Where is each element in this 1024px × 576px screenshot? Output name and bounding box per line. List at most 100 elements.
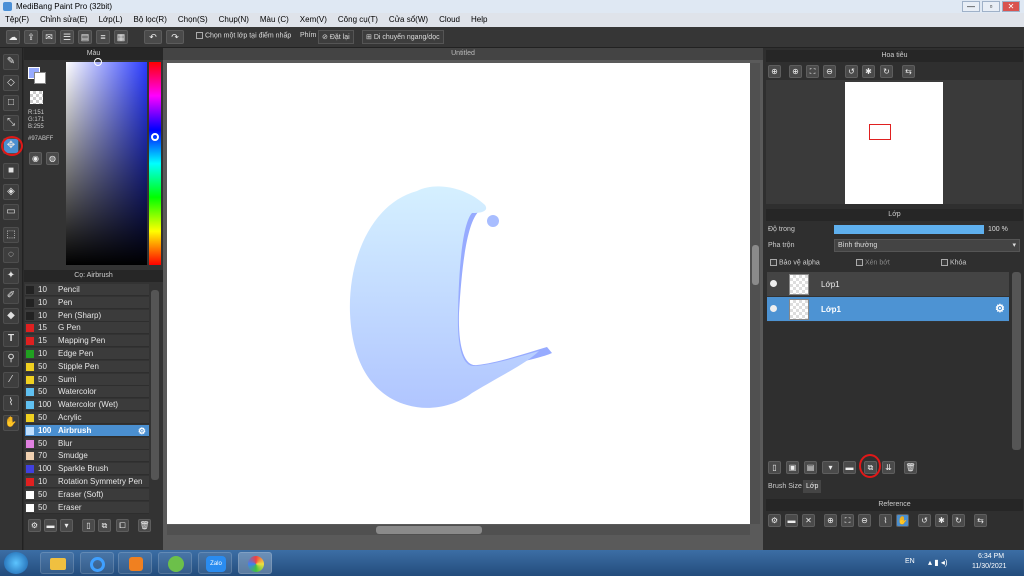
menu-cloud[interactable]: Cloud [439, 13, 460, 27]
navigator-thumbnail[interactable] [845, 82, 943, 204]
hand-tool-icon[interactable]: ✋ [3, 415, 19, 431]
hue-cursor[interactable] [151, 133, 159, 141]
tray-icons[interactable]: ▴ ▮ ◂) [928, 558, 948, 567]
clock-time[interactable]: 6:34 PM [978, 553, 1004, 560]
brush-item[interactable]: 50 Sumi [25, 373, 149, 386]
layer-list-scrollbar[interactable] [1012, 272, 1021, 450]
select-layer-checkbox[interactable] [196, 32, 203, 39]
lock-option[interactable]: Khóa [941, 259, 966, 266]
reference-close-icon[interactable]: ✕ [802, 514, 815, 527]
bucket-tool-icon[interactable]: ◈ [3, 184, 19, 200]
eraser-tool-icon[interactable]: ◇ [3, 75, 19, 91]
reference-open-icon[interactable]: ▬ [785, 514, 798, 527]
ie-icon[interactable] [80, 552, 114, 574]
transparent-swatch[interactable] [30, 91, 43, 104]
palette-icon[interactable]: ◉ [29, 152, 42, 165]
select-brush-icon[interactable]: ✐ [3, 288, 19, 304]
menu-filter[interactable]: Bộ lọc(R) [134, 13, 167, 27]
brush-item[interactable]: 70 Smudge [25, 450, 149, 463]
sv-cursor[interactable] [94, 58, 102, 66]
gear-icon[interactable]: ⚙ [995, 302, 1005, 315]
select-layer-option[interactable]: Chọn một lớp tại điểm nhấp [196, 32, 291, 39]
reference-reset-icon[interactable]: ✱ [935, 514, 948, 527]
medibang-icon[interactable] [238, 552, 272, 574]
coccoc-icon[interactable] [158, 552, 192, 574]
maximize-button[interactable]: ▫ [982, 1, 1000, 12]
document-icon[interactable]: ▤ [78, 30, 92, 44]
menu-color[interactable]: Màu (C) [260, 13, 289, 27]
brush-item[interactable]: 100 Sparkle Brush [25, 463, 149, 476]
protect-alpha-checkbox[interactable] [770, 259, 777, 266]
lock-checkbox[interactable] [941, 259, 948, 266]
select-pen-icon[interactable]: ⤡ [3, 115, 19, 131]
brush-menu-icon[interactable]: ▾ [60, 519, 73, 532]
menu-select[interactable]: Chọn(S) [178, 13, 208, 27]
reference-eyedropper-icon[interactable]: ⌇ [879, 514, 892, 527]
text-tool-icon[interactable]: T [3, 331, 19, 347]
magic-wand-icon[interactable]: ✦ [3, 268, 19, 284]
flip-icon[interactable]: ⇆ [902, 65, 915, 78]
tab-brush-size[interactable]: Brush Size [766, 480, 804, 493]
gear-icon[interactable]: ⚙ [138, 425, 146, 437]
brush-list-scrollbar[interactable] [151, 290, 159, 480]
brush-tool-icon[interactable]: ✎ [3, 54, 19, 70]
rotate-left-icon[interactable]: ↺ [845, 65, 858, 78]
new-brush-icon[interactable]: ▯ [82, 519, 95, 532]
brush-item[interactable]: 15 Mapping Pen [25, 335, 149, 348]
lasso-tool-icon[interactable]: ◌ [3, 247, 19, 263]
eyedropper-tool-icon[interactable]: ⌇ [3, 395, 19, 411]
drawing-canvas[interactable] [167, 63, 750, 524]
reference-settings-icon[interactable]: ⚙ [768, 514, 781, 527]
brush-item[interactable]: 100 Airbrush ⚙ [25, 424, 149, 437]
new-layer-icon[interactable]: ▯ [768, 461, 781, 474]
minimize-button[interactable]: — [962, 1, 980, 12]
move-direction-button[interactable]: ⊞ Di chuyển ngang/dọc [362, 30, 444, 44]
menu-window[interactable]: Cửa sổ(W) [389, 13, 428, 27]
select-tool-icon[interactable]: ⬚ [3, 227, 19, 243]
reference-hand-icon[interactable]: ✋ [896, 514, 909, 527]
merge-layer-icon[interactable]: ⇊ [882, 461, 895, 474]
zoom-in-2-icon[interactable]: ⊕ [789, 65, 802, 78]
brush-item[interactable]: 50 Eraser (Soft) [25, 488, 149, 501]
reference-fit-icon[interactable]: ⛶ [841, 514, 854, 527]
brush-item[interactable]: 50 Stipple Pen [25, 360, 149, 373]
reference-zoom-out-icon[interactable]: ⊖ [858, 514, 871, 527]
reference-zoom-in-icon[interactable]: ⊕ [824, 514, 837, 527]
select-eraser-icon[interactable]: ◆ [3, 308, 19, 324]
chat-icon[interactable]: ☰ [60, 30, 74, 44]
duplicate-brush-icon[interactable]: ⧉ [98, 519, 111, 532]
reset-view-icon[interactable]: ✱ [862, 65, 875, 78]
explorer-icon[interactable] [40, 552, 74, 574]
language-indicator[interactable]: EN [905, 558, 915, 565]
layer-row-selected[interactable]: Lớp1 ⚙ [767, 297, 1009, 322]
layer-row[interactable]: Lớp1 [767, 272, 1009, 297]
reset-button[interactable]: ⊘ Đặt lại [318, 30, 354, 44]
new-halftone-layer-icon[interactable]: ▣ [786, 461, 799, 474]
new-8bit-layer-icon[interactable]: ▤ [804, 461, 817, 474]
share-icon[interactable]: ⇪ [24, 30, 38, 44]
menu-snap[interactable]: Chụp(N) [219, 13, 249, 27]
eye-icon[interactable] [770, 280, 777, 287]
horizontal-scrollbar-thumb[interactable] [376, 526, 482, 534]
zoom-out-icon[interactable]: ⊖ [823, 65, 836, 78]
menu-edit[interactable]: Chỉnh sửa(E) [40, 13, 88, 27]
background-swatch[interactable] [34, 72, 46, 84]
shape-tool-icon[interactable]: ■ [3, 163, 19, 179]
folder-icon[interactable]: ▬ [44, 519, 57, 532]
brush-item[interactable]: 50 Watercolor [25, 386, 149, 399]
dot-tool-icon[interactable]: □ [3, 95, 19, 111]
grid-icon[interactable]: ▦ [114, 30, 128, 44]
brush-item[interactable]: 10 Pen [25, 296, 149, 309]
add-brush-icon[interactable]: ⚙ [28, 519, 41, 532]
delete-layer-icon[interactable]: 🗑 [904, 461, 917, 474]
opacity-slider[interactable] [834, 225, 984, 234]
rotate-right-icon[interactable]: ↻ [880, 65, 893, 78]
undo-icon[interactable]: ↶ [144, 30, 162, 44]
vertical-scrollbar-track[interactable] [750, 63, 760, 524]
brush-item[interactable]: 50 Eraser [25, 501, 149, 514]
reference-flip-icon[interactable]: ⇆ [974, 514, 987, 527]
brush-item[interactable]: 50 Blur [25, 437, 149, 450]
clipping-option[interactable]: Xén bớt [856, 259, 890, 266]
brush-item[interactable]: 10 Rotation Symmetry Pen [25, 476, 149, 488]
brush-item[interactable]: 15 G Pen [25, 322, 149, 335]
